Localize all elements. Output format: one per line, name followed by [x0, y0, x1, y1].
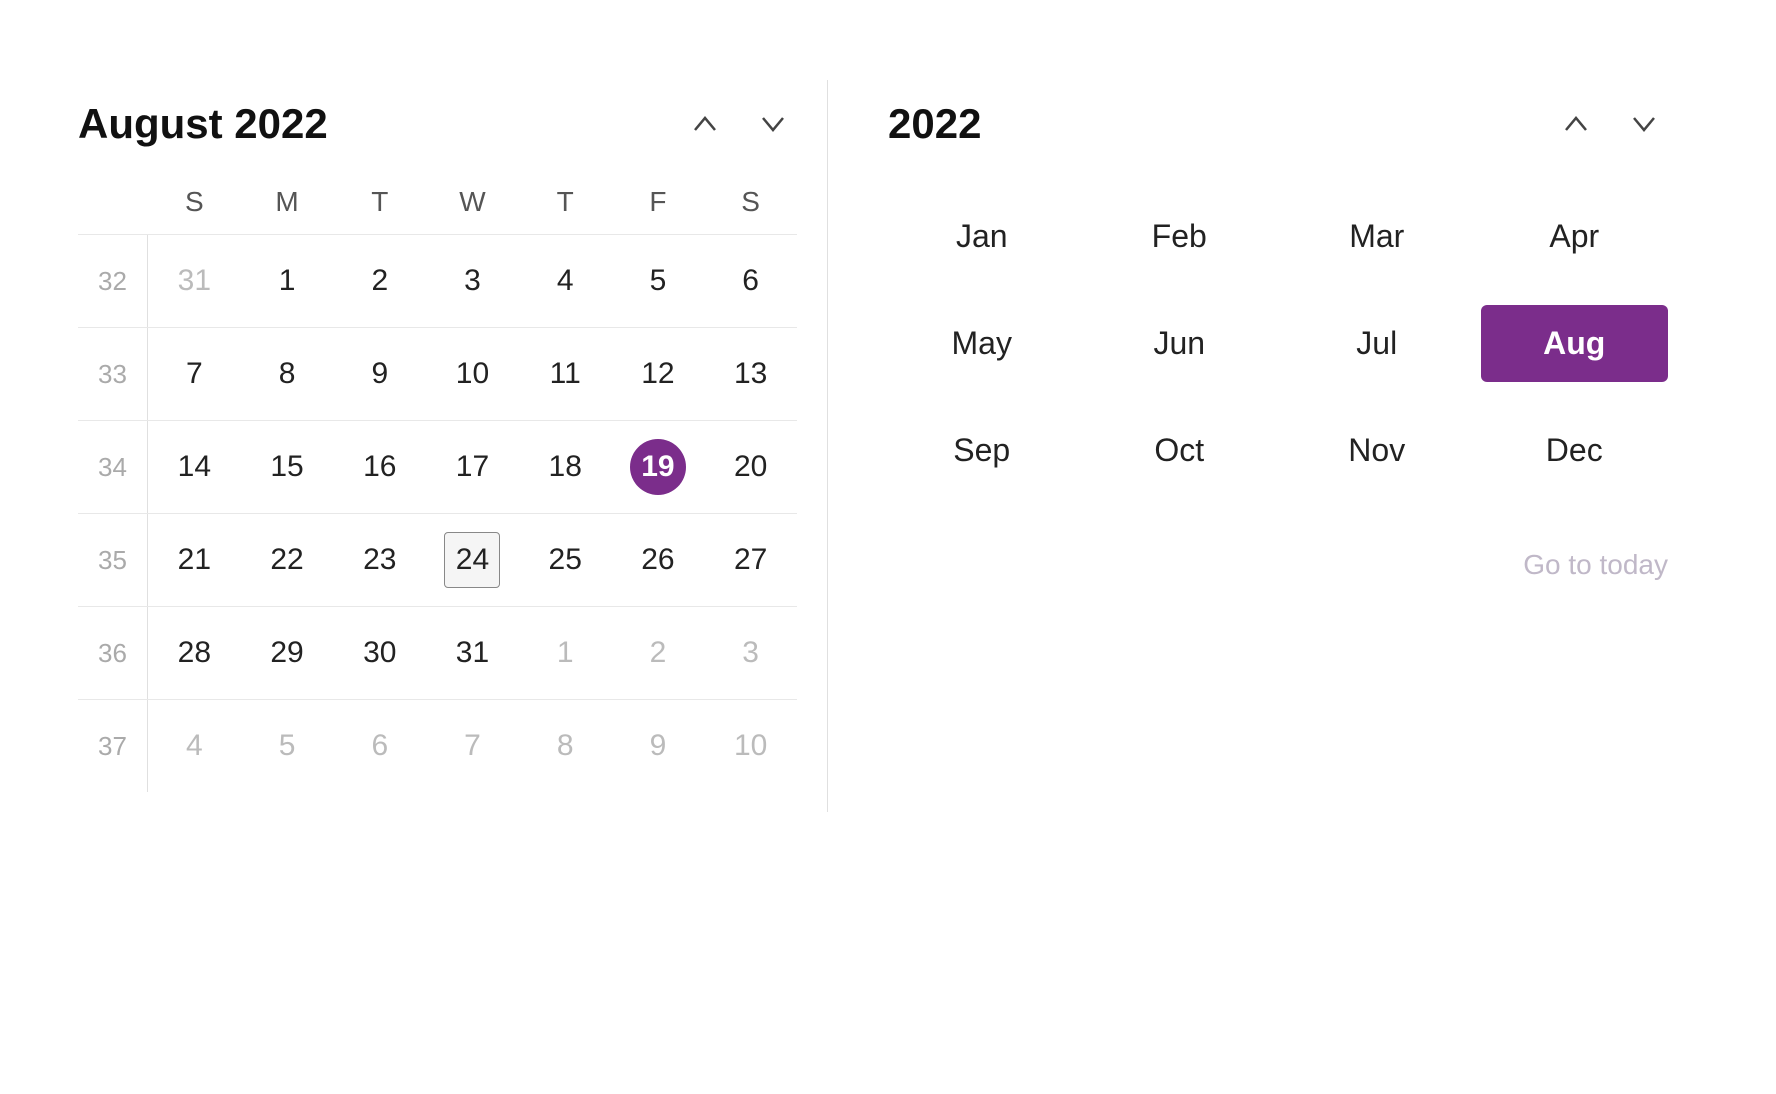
- week-number: 35: [78, 514, 148, 606]
- week-num-col-header: [78, 178, 148, 226]
- day-cell[interactable]: 2: [612, 607, 705, 699]
- month-cell-oct[interactable]: Oct: [1086, 412, 1274, 489]
- day-cell[interactable]: 26: [612, 514, 705, 606]
- go-to-today-button[interactable]: Go to today: [888, 539, 1668, 591]
- day-cell[interactable]: 17: [426, 421, 519, 513]
- day-cell[interactable]: 8: [519, 700, 612, 792]
- month-cal-header: 2022: [888, 100, 1668, 148]
- day-cell[interactable]: 31: [148, 235, 241, 327]
- day-cell[interactable]: 1: [241, 235, 334, 327]
- month-cell-nov[interactable]: Nov: [1283, 412, 1471, 489]
- day-cell[interactable]: 13: [704, 328, 797, 420]
- day-cell[interactable]: 14: [148, 421, 241, 513]
- day-nav-down-button[interactable]: [749, 104, 797, 144]
- day-cell[interactable]: 9: [612, 700, 705, 792]
- month-nav-down-button[interactable]: [1620, 104, 1668, 144]
- day-cell[interactable]: 15: [241, 421, 334, 513]
- calendar-wrapper: August 2022 S M T W T F S: [0, 40, 1776, 1054]
- day-grid-header: S M T W T F S: [78, 178, 797, 226]
- month-cell-dec[interactable]: Dec: [1481, 412, 1669, 489]
- day-row: 3628293031123: [78, 606, 797, 699]
- day-cell[interactable]: 18: [519, 421, 612, 513]
- col-header-w: W: [426, 178, 519, 226]
- day-cell[interactable]: 16: [333, 421, 426, 513]
- day-cell[interactable]: 7: [148, 328, 241, 420]
- day-cell[interactable]: 31: [426, 607, 519, 699]
- day-cell[interactable]: 11: [519, 328, 612, 420]
- week-number: 37: [78, 700, 148, 792]
- col-header-t1: T: [333, 178, 426, 226]
- day-cell[interactable]: 7: [426, 700, 519, 792]
- day-cal-title: August 2022: [78, 100, 328, 148]
- month-cell-mar[interactable]: Mar: [1283, 198, 1471, 275]
- day-nav-buttons: [681, 104, 797, 144]
- day-row: 3745678910: [78, 699, 797, 792]
- day-row: 3521222324252627: [78, 513, 797, 606]
- day-grid-body: 3231123456337891011121334141516171819203…: [78, 234, 797, 792]
- month-cell-aug[interactable]: Aug: [1481, 305, 1669, 382]
- day-cell[interactable]: 6: [333, 700, 426, 792]
- month-cell-feb[interactable]: Feb: [1086, 198, 1274, 275]
- col-header-f: F: [612, 178, 705, 226]
- day-cell[interactable]: 28: [148, 607, 241, 699]
- day-row: 3231123456: [78, 234, 797, 327]
- week-number: 36: [78, 607, 148, 699]
- day-cell[interactable]: 23: [333, 514, 426, 606]
- day-cell[interactable]: 5: [612, 235, 705, 327]
- day-cell[interactable]: 9: [333, 328, 426, 420]
- day-cell[interactable]: 25: [519, 514, 612, 606]
- day-cell[interactable]: 2: [333, 235, 426, 327]
- day-cell[interactable]: 4: [519, 235, 612, 327]
- month-cell-jul[interactable]: Jul: [1283, 305, 1471, 382]
- day-cell[interactable]: 22: [241, 514, 334, 606]
- month-nav-up-button[interactable]: [1552, 104, 1600, 144]
- day-cell[interactable]: 12: [612, 328, 705, 420]
- day-cell[interactable]: 20: [704, 421, 797, 513]
- month-cell-jan[interactable]: Jan: [888, 198, 1076, 275]
- day-nav-up-button[interactable]: [681, 104, 729, 144]
- day-cell[interactable]: 29: [241, 607, 334, 699]
- day-cell[interactable]: 10: [704, 700, 797, 792]
- col-header-s2: S: [704, 178, 797, 226]
- day-cell[interactable]: 10: [426, 328, 519, 420]
- day-calendar: August 2022 S M T W T F S: [48, 80, 828, 812]
- col-header-m: M: [241, 178, 334, 226]
- day-row: 3378910111213: [78, 327, 797, 420]
- day-cell[interactable]: 5: [241, 700, 334, 792]
- day-cell[interactable]: 3: [704, 607, 797, 699]
- month-calendar: 2022 JanFebMarApr MayJunJulAug SepOctNovDe…: [828, 80, 1728, 611]
- week-number: 33: [78, 328, 148, 420]
- day-cell[interactable]: 27: [704, 514, 797, 606]
- week-number: 34: [78, 421, 148, 513]
- day-cell[interactable]: 6: [704, 235, 797, 327]
- day-cell[interactable]: 1: [519, 607, 612, 699]
- month-cell-apr[interactable]: Apr: [1481, 198, 1669, 275]
- day-cell[interactable]: 3: [426, 235, 519, 327]
- month-grid: JanFebMarApr MayJunJulAug SepOctNovDec: [888, 198, 1668, 489]
- week-number: 32: [78, 235, 148, 327]
- col-header-s: S: [148, 178, 241, 226]
- month-cell-may[interactable]: May: [888, 305, 1076, 382]
- day-cell[interactable]: 8: [241, 328, 334, 420]
- day-cell[interactable]: 21: [148, 514, 241, 606]
- day-cell[interactable]: 19: [612, 421, 705, 513]
- day-cal-header: August 2022: [78, 100, 797, 148]
- day-cell[interactable]: 24: [426, 514, 519, 606]
- month-cell-sep[interactable]: Sep: [888, 412, 1076, 489]
- month-cell-jun[interactable]: Jun: [1086, 305, 1274, 382]
- day-grid: S M T W T F S 32311234563378910111213341…: [78, 178, 797, 792]
- day-row: 3414151617181920: [78, 420, 797, 513]
- day-cell[interactable]: 30: [333, 607, 426, 699]
- month-nav-buttons: [1552, 104, 1668, 144]
- month-cal-title: 2022: [888, 100, 981, 148]
- col-header-t2: T: [519, 178, 612, 226]
- day-cell[interactable]: 4: [148, 700, 241, 792]
